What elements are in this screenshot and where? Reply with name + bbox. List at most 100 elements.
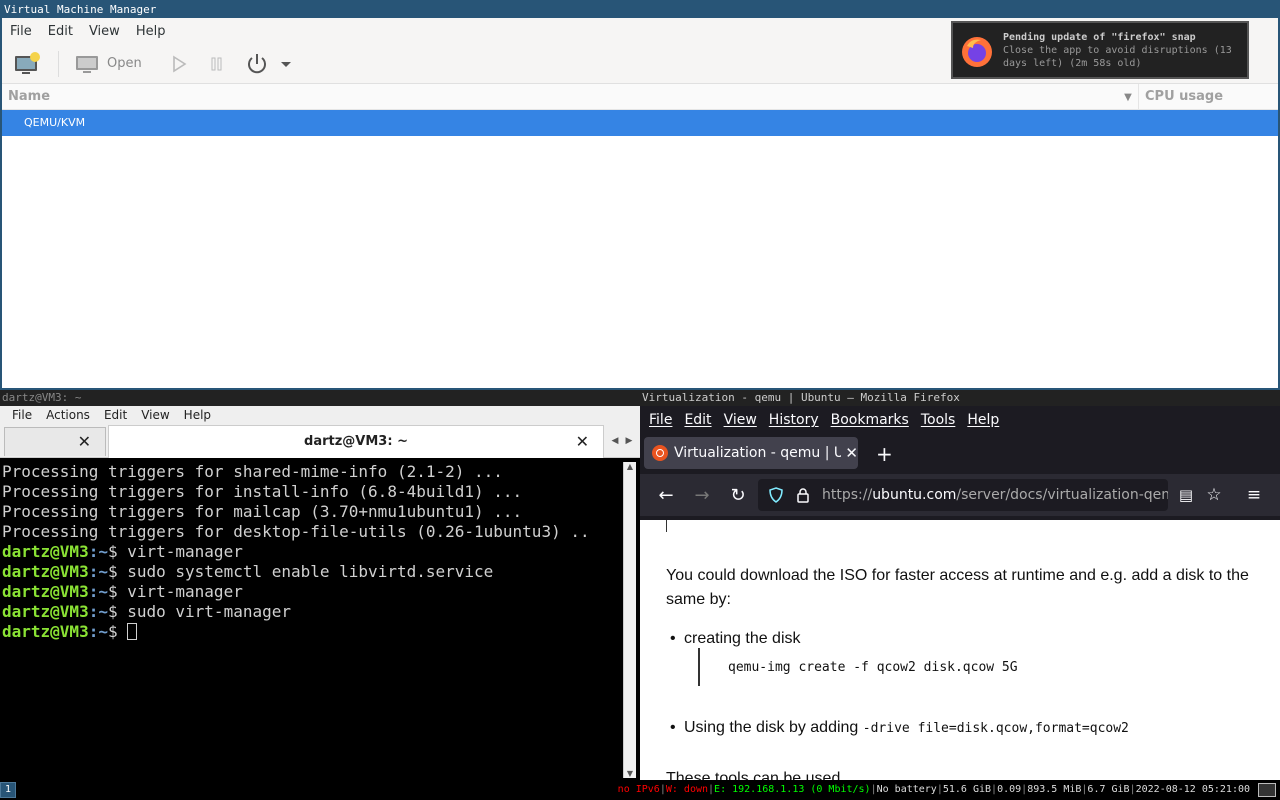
- connection-row-qemu-kvm[interactable]: QEMU/KVM: [2, 110, 1278, 136]
- url-bar[interactable]: https://ubuntu.com/server/docs/virtualiz…: [758, 479, 1168, 511]
- terminal-tab-label: dartz@VM3: ~: [304, 434, 408, 449]
- forward-icon[interactable]: →: [688, 474, 716, 516]
- hamburger-menu-icon[interactable]: ≡: [1242, 474, 1266, 516]
- notification-body-line2: days left) (2m 58s old): [1003, 58, 1142, 69]
- column-name[interactable]: Name: [2, 89, 1278, 104]
- terminal-prompt-line: dartz@VM3:~$ virt-manager: [2, 542, 622, 562]
- ff-menu-edit[interactable]: Edit: [678, 412, 717, 428]
- terminal-tab-2[interactable]: dartz@VM3: ~ ✕: [108, 425, 604, 458]
- prompt-sign: $: [107, 582, 128, 601]
- new-vm-button[interactable]: [12, 51, 42, 77]
- terminal-window: dartz@VM3: ~ File Actions Edit View Help…: [0, 390, 640, 780]
- ff-menu-view[interactable]: View: [718, 412, 763, 428]
- terminal-prompt-line: dartz@VM3:~$: [2, 622, 622, 642]
- terminal-menu-file[interactable]: File: [0, 408, 39, 422]
- terminal-title: dartz@VM3: ~: [0, 390, 640, 406]
- terminal-menubar: File Actions Edit View Help: [0, 406, 640, 424]
- back-icon[interactable]: ←: [652, 474, 680, 516]
- terminal-line: Processing triggers for mailcap (3.70+nm…: [2, 502, 523, 521]
- open-label: Open: [107, 56, 142, 71]
- prompt-sign: $: [107, 562, 128, 581]
- browser-tab-label: Virtualization - qemu | Ub: [673, 445, 842, 461]
- scroll-up-icon[interactable]: ▲: [624, 462, 636, 471]
- new-vm-icon: [15, 51, 40, 74]
- snap-update-notification[interactable]: Pending update of "firefox" snap Close t…: [951, 21, 1249, 79]
- terminal-menu-edit[interactable]: Edit: [97, 408, 134, 422]
- pause-icon: [211, 57, 222, 70]
- terminal-line: Processing triggers for desktop-file-uti…: [2, 522, 590, 541]
- shutdown-menu-button[interactable]: [278, 56, 294, 72]
- list-item: Using the disk by adding -drive file=dis…: [670, 719, 1129, 737]
- browser-tab[interactable]: Virtualization - qemu | Ub ✕: [644, 437, 858, 469]
- datetime-status: 2022-08-12 05:21:00: [1135, 784, 1250, 795]
- tab-right-icon[interactable]: ▶: [626, 436, 633, 446]
- ubuntu-favicon-icon: [652, 445, 668, 461]
- memory-status: 893.5 MiB: [1027, 784, 1082, 795]
- load-status: 0.09: [997, 784, 1022, 795]
- command-text: sudo systemctl enable libvirtd.service: [127, 562, 494, 581]
- close-tab-icon[interactable]: ✕: [78, 432, 91, 451]
- disk-status: 51.6 GiB: [942, 784, 992, 795]
- vmm-menu-file[interactable]: File: [2, 24, 40, 39]
- terminal-menu-view[interactable]: View: [134, 408, 176, 422]
- ipv6-status: no IPv6: [617, 784, 660, 795]
- shutdown-button[interactable]: [244, 51, 270, 77]
- blockquote-bar: [666, 520, 667, 532]
- battery-status: No battery: [876, 784, 937, 795]
- new-tab-button[interactable]: +: [876, 442, 893, 466]
- cut-off-text: These tools can be used…: [666, 770, 857, 780]
- prompt-path: :~: [88, 602, 108, 621]
- terminal-scrollbar[interactable]: ▲ ▼: [623, 462, 636, 778]
- terminal-prompt-line: dartz@VM3:~$ virt-manager: [2, 582, 622, 602]
- prompt-user: dartz@VM3: [2, 542, 89, 561]
- close-tab-icon[interactable]: ✕: [845, 444, 858, 462]
- terminal-tab-1[interactable]: ✕: [4, 427, 106, 456]
- reload-icon[interactable]: ↻: [724, 474, 752, 516]
- workspace-button[interactable]: 1: [0, 782, 16, 798]
- terminal-line: Processing triggers for install-info (6.…: [2, 482, 523, 501]
- bookmark-star-icon[interactable]: ☆: [1202, 474, 1226, 516]
- ff-menu-history[interactable]: History: [763, 412, 825, 428]
- prompt-user: dartz@VM3: [2, 622, 89, 641]
- close-tab-icon[interactable]: ✕: [576, 426, 589, 458]
- ff-menu-file[interactable]: File: [640, 412, 678, 428]
- vmm-menu-help[interactable]: Help: [128, 24, 174, 39]
- code-block: qemu-img create -f qcow2 disk.qcow 5G: [698, 648, 1018, 686]
- prompt-user: dartz@VM3: [2, 582, 89, 601]
- terminal-prompt-line: dartz@VM3:~$ sudo virt-manager: [2, 602, 622, 622]
- prompt-sign: $: [107, 602, 128, 621]
- tab-scroll-buttons[interactable]: ◀ ▶: [608, 427, 636, 455]
- open-button[interactable]: Open: [73, 51, 142, 77]
- wifi-status: W: down: [665, 784, 709, 795]
- ff-menu-bookmarks[interactable]: Bookmarks: [825, 412, 915, 428]
- terminal-menu-help[interactable]: Help: [177, 408, 218, 422]
- reader-view-icon[interactable]: ▤: [1174, 474, 1198, 516]
- tray-icon[interactable]: [1258, 783, 1276, 797]
- url-host: ubuntu.com: [872, 487, 957, 503]
- lock-icon[interactable]: [796, 487, 810, 503]
- command-text: virt-manager: [127, 582, 243, 601]
- firefox-window: Virtualization - qemu | Ubuntu — Mozilla…: [640, 390, 1280, 780]
- column-dropdown-icon[interactable]: ▼: [1118, 84, 1138, 110]
- power-icon: [247, 53, 266, 73]
- chevron-down-icon: [280, 61, 291, 67]
- pause-button[interactable]: [206, 53, 228, 75]
- i3-status-bar: 1 no IPv6|W: down|E: 192.168.1.13 (0 Mbi…: [0, 780, 1280, 800]
- ethernet-status: E: 192.168.1.13 (0 Mbit/s): [714, 784, 871, 795]
- command-text: sudo virt-manager: [127, 602, 291, 621]
- prompt-path: :~: [88, 582, 108, 601]
- prompt-path: :~: [88, 562, 108, 581]
- terminal-menu-actions[interactable]: Actions: [39, 408, 97, 422]
- run-button[interactable]: [168, 53, 190, 75]
- terminal-output[interactable]: Processing triggers for shared-mime-info…: [2, 462, 622, 780]
- play-icon: [172, 55, 187, 72]
- scroll-down-icon[interactable]: ▼: [624, 769, 636, 778]
- vmm-menu-view[interactable]: View: [81, 24, 128, 39]
- column-cpu-usage[interactable]: CPU usage: [1138, 84, 1278, 110]
- shield-icon[interactable]: [768, 487, 784, 503]
- ff-menu-help[interactable]: Help: [961, 412, 1005, 428]
- vmm-menu-edit[interactable]: Edit: [40, 24, 81, 39]
- firefox-menubar: File Edit View History Bookmarks Tools H…: [640, 406, 1280, 434]
- ff-menu-tools[interactable]: Tools: [915, 412, 962, 428]
- tab-left-icon[interactable]: ◀: [612, 436, 619, 446]
